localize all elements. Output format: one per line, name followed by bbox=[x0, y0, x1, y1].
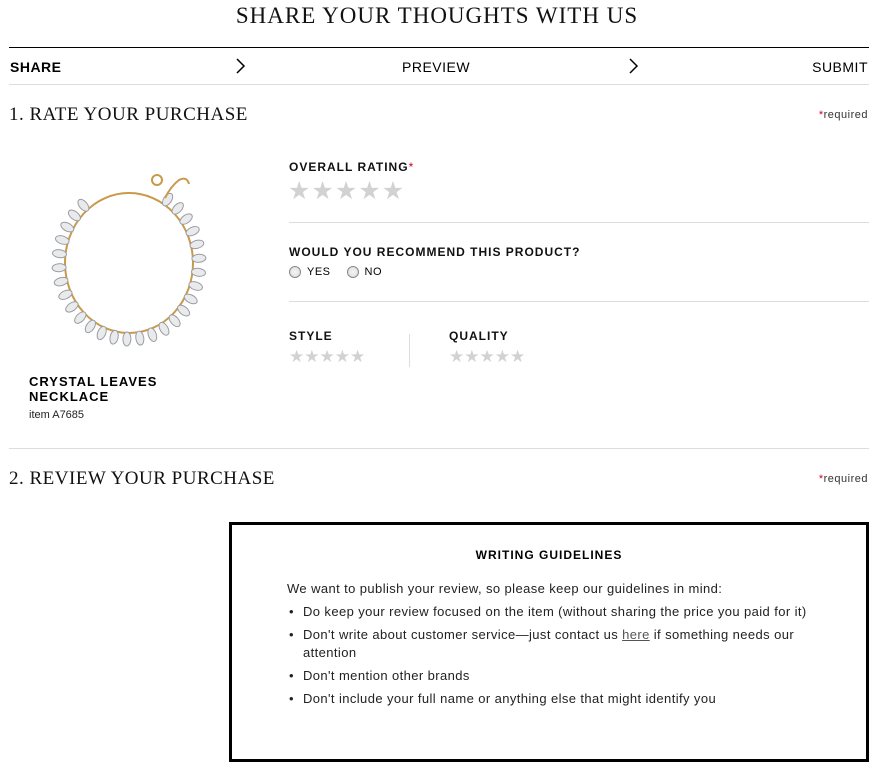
star-icon[interactable]: ★ bbox=[320, 348, 335, 365]
overall-rating-label: OVERALL RATING* bbox=[289, 160, 414, 174]
recommend-no-label: NO bbox=[364, 266, 383, 278]
guideline-item: Don't write about customer service—just … bbox=[287, 626, 807, 662]
step-submit[interactable]: SUBMIT bbox=[812, 59, 868, 75]
crystal-gem bbox=[53, 276, 69, 287]
required-asterisk: * bbox=[408, 160, 415, 174]
star-icon[interactable]: ★ bbox=[335, 179, 357, 204]
product-name: CRYSTAL LEAVES NECKLACE bbox=[29, 374, 158, 404]
product-image bbox=[51, 174, 207, 347]
guidelines-intro: We want to publish your review, so pleas… bbox=[287, 581, 723, 596]
star-icon[interactable]: ★ bbox=[382, 179, 404, 204]
star-icon[interactable]: ★ bbox=[350, 348, 365, 365]
step-preview[interactable]: PREVIEW bbox=[402, 59, 470, 75]
style-rating-stars[interactable]: ★ ★ ★ ★ ★ bbox=[289, 348, 365, 365]
recommend-yes-option[interactable]: YES bbox=[289, 266, 331, 278]
crystal-gem bbox=[58, 289, 73, 300]
crystal-gem bbox=[158, 321, 170, 336]
recommend-yes-radio[interactable] bbox=[289, 266, 301, 278]
recommend-question: WOULD YOU RECOMMEND THIS PRODUCT? bbox=[289, 245, 581, 259]
required-note: *required bbox=[819, 473, 868, 485]
contact-here-link[interactable]: here bbox=[622, 627, 650, 642]
divider bbox=[289, 301, 869, 302]
crystal-gem bbox=[189, 239, 205, 250]
star-icon[interactable]: ★ bbox=[289, 348, 304, 365]
guideline-text: Don't write about customer service—just … bbox=[303, 627, 623, 642]
required-label: required bbox=[823, 473, 868, 485]
divider bbox=[409, 334, 410, 367]
star-icon[interactable]: ★ bbox=[480, 348, 495, 365]
star-icon[interactable]: ★ bbox=[464, 348, 479, 365]
chevron-right-icon bbox=[629, 58, 639, 74]
overall-rating-stars[interactable]: ★ ★ ★ ★ ★ bbox=[288, 179, 405, 204]
crystal-gem bbox=[122, 331, 132, 347]
required-note: *required bbox=[819, 109, 868, 121]
crystal-gem bbox=[67, 209, 81, 222]
section-heading-rate: 1. RATE YOUR PURCHASE bbox=[9, 104, 248, 125]
star-icon[interactable]: ★ bbox=[288, 179, 310, 204]
crystal-gem bbox=[168, 314, 181, 328]
guidelines-list: Do keep your review focused on the item … bbox=[287, 603, 807, 713]
recommend-no-option[interactable]: NO bbox=[346, 266, 383, 278]
section-heading-review: 2. REVIEW YOUR PURCHASE bbox=[9, 468, 275, 489]
recommend-options: YES NO bbox=[289, 266, 398, 278]
recommend-yes-label: YES bbox=[307, 266, 331, 278]
guideline-item: Don't mention other brands bbox=[287, 667, 807, 685]
star-icon[interactable]: ★ bbox=[495, 348, 510, 365]
star-icon[interactable]: ★ bbox=[449, 348, 464, 365]
crystal-gem bbox=[185, 226, 200, 237]
overall-rating-label-text: OVERALL RATING bbox=[289, 160, 409, 174]
page-title: SHARE YOUR THOUGHTS WITH US bbox=[235, 3, 639, 28]
crystal-gem bbox=[60, 221, 75, 233]
guidelines-title: WRITING GUIDELINES bbox=[475, 548, 623, 562]
star-icon[interactable]: ★ bbox=[510, 348, 525, 365]
step-share[interactable]: SHARE bbox=[10, 59, 62, 75]
crystal-gem bbox=[109, 329, 119, 345]
crystal-gem bbox=[191, 267, 206, 277]
guideline-item: Do keep your review focused on the item … bbox=[287, 603, 807, 621]
star-icon[interactable]: ★ bbox=[335, 348, 350, 365]
crystal-gem bbox=[65, 301, 79, 313]
crystal-gem bbox=[171, 202, 184, 215]
crystal-gem bbox=[84, 319, 97, 334]
quality-rating-stars[interactable]: ★ ★ ★ ★ ★ bbox=[449, 348, 525, 365]
star-icon[interactable]: ★ bbox=[358, 179, 380, 204]
crystal-gem bbox=[51, 263, 67, 273]
style-rating-label: STYLE bbox=[289, 329, 333, 343]
product-item-number: item A7685 bbox=[29, 409, 85, 421]
checkout-steps: SHARE PREVIEW SUBMIT bbox=[9, 47, 869, 85]
chevron-right-icon bbox=[236, 58, 246, 74]
star-icon[interactable]: ★ bbox=[311, 179, 333, 204]
crystal-gem bbox=[135, 330, 145, 346]
recommend-no-radio[interactable] bbox=[346, 266, 359, 278]
writing-guidelines-box: WRITING GUIDELINES We want to publish yo… bbox=[229, 522, 869, 762]
crystal-gem bbox=[77, 198, 90, 212]
crystal-gem bbox=[191, 253, 207, 263]
crystal-gem bbox=[179, 213, 193, 225]
crystal-gem bbox=[177, 304, 191, 317]
divider bbox=[9, 448, 869, 449]
quality-rating-label: QUALITY bbox=[449, 329, 509, 343]
required-label: required bbox=[823, 109, 868, 121]
guideline-item: Don't include your full name or anything… bbox=[287, 690, 807, 708]
crystal-gem bbox=[96, 325, 107, 341]
divider bbox=[289, 222, 869, 223]
star-icon[interactable]: ★ bbox=[304, 348, 319, 365]
crystal-gem bbox=[74, 311, 87, 324]
crystal-gem bbox=[52, 249, 67, 259]
crystal-gem bbox=[183, 293, 198, 305]
